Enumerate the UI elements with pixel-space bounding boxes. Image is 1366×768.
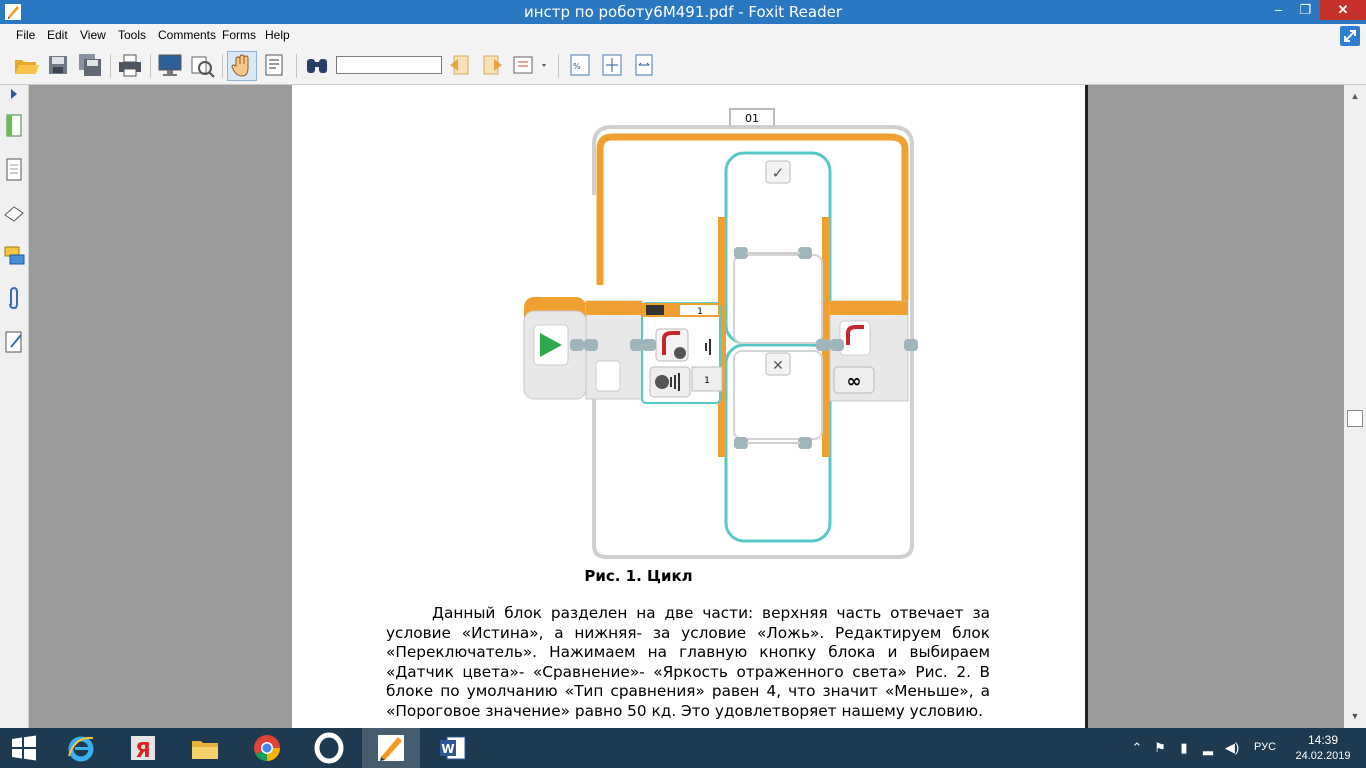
start-button[interactable] bbox=[0, 728, 48, 768]
open-icon[interactable] bbox=[12, 51, 40, 79]
menu-tools[interactable]: Tools bbox=[118, 28, 146, 42]
taskbar: Я W ⌃ ⚑ ▮ ▂ ◀) РУС 14:39 24.02.2019 bbox=[0, 728, 1366, 768]
pdf-page: 01 ✓ ✕ 1 1 ∞ Рис. 1. Цикл Данный блок ра… bbox=[292, 85, 1085, 728]
prev-find-icon[interactable] bbox=[446, 51, 474, 79]
language-indicator[interactable]: РУС bbox=[1254, 741, 1276, 753]
hand-tool-icon[interactable] bbox=[227, 51, 257, 81]
chrome-icon bbox=[254, 735, 281, 762]
menu-comments[interactable]: Comments bbox=[158, 28, 216, 42]
true-case-box bbox=[733, 254, 823, 344]
save-icon[interactable] bbox=[44, 51, 72, 79]
paragraph-text: Данный блок разделен на две части: верхн… bbox=[386, 604, 990, 720]
layers-icon[interactable] bbox=[3, 201, 25, 227]
network-icon[interactable]: ▂ bbox=[1200, 740, 1216, 756]
word-icon: W bbox=[440, 736, 466, 760]
save-all-icon[interactable] bbox=[76, 51, 104, 79]
volume-icon[interactable]: ◀) bbox=[1224, 740, 1240, 756]
switch-port-value: 1 bbox=[704, 376, 710, 386]
show-hidden-icons-icon[interactable]: ⌃ bbox=[1129, 740, 1145, 756]
restore-view-icon[interactable] bbox=[1340, 26, 1360, 46]
print-icon[interactable] bbox=[116, 51, 144, 79]
scroll-thumb[interactable] bbox=[1347, 410, 1363, 427]
menu-forms[interactable]: Forms bbox=[222, 28, 256, 42]
document-viewport[interactable]: 01 ✓ ✕ 1 1 ∞ Рис. 1. Цикл Данный блок ра… bbox=[29, 85, 1344, 728]
maximize-button[interactable]: ❐ bbox=[1292, 0, 1319, 20]
svg-text:Я: Я bbox=[135, 738, 150, 762]
foxit-reader-icon bbox=[378, 735, 404, 761]
battery-icon[interactable]: ▮ bbox=[1176, 740, 1192, 756]
toolbar-separator bbox=[296, 54, 297, 78]
toolbar-separator bbox=[150, 54, 151, 78]
menu-bar: File Edit View Tools Comments Forms Help bbox=[0, 24, 1366, 46]
signatures-icon[interactable] bbox=[3, 329, 25, 355]
bookmarks-icon[interactable] bbox=[3, 113, 25, 139]
attachments-icon[interactable] bbox=[3, 285, 25, 311]
true-case-icon: ✓ bbox=[772, 164, 785, 182]
comments-icon[interactable] bbox=[3, 243, 25, 269]
toolbar-separator bbox=[110, 54, 111, 78]
yandex-icon: Я bbox=[131, 736, 155, 762]
next-find-icon[interactable] bbox=[478, 51, 506, 79]
taskbar-word[interactable]: W bbox=[424, 728, 482, 768]
window-title: инстр по роботу6М491.pdf - Foxit Reader bbox=[523, 3, 843, 21]
menu-file[interactable]: File bbox=[16, 28, 35, 42]
taskbar-opera[interactable] bbox=[300, 728, 358, 768]
taskbar-foxit-reader[interactable] bbox=[362, 728, 420, 768]
file-explorer-icon bbox=[192, 741, 218, 759]
document-paragraph: Данный блок разделен на две части: верхн… bbox=[386, 604, 990, 721]
infinity-icon: ∞ bbox=[847, 371, 862, 392]
fit-width-icon[interactable] bbox=[630, 51, 658, 79]
menu-help[interactable]: Help bbox=[265, 28, 290, 42]
false-case-icon: ✕ bbox=[772, 358, 784, 374]
start-icon bbox=[12, 735, 36, 761]
scroll-up-icon[interactable]: ▲ bbox=[1349, 91, 1361, 103]
page-shadow bbox=[1085, 85, 1088, 728]
toolbar: % bbox=[0, 46, 1366, 85]
pages-icon[interactable] bbox=[3, 157, 25, 183]
ev3-loop-diagram: 01 ✓ ✕ 1 1 ∞ bbox=[523, 108, 918, 559]
svg-text:W: W bbox=[441, 742, 454, 756]
navigation-sidebar bbox=[0, 85, 29, 728]
menu-edit[interactable]: Edit bbox=[47, 28, 68, 42]
taskbar-chrome[interactable] bbox=[238, 728, 296, 768]
fit-page-icon[interactable] bbox=[598, 51, 626, 79]
find-input[interactable] bbox=[336, 56, 442, 74]
zoom-percent-icon[interactable]: % bbox=[566, 51, 594, 79]
select-text-icon[interactable] bbox=[260, 51, 288, 79]
switch-value: 1 bbox=[697, 307, 703, 317]
menu-view[interactable]: View bbox=[80, 28, 106, 42]
vertical-scrollbar[interactable]: ▲ ▼ bbox=[1344, 85, 1366, 728]
scan-icon[interactable] bbox=[188, 51, 216, 79]
toolbar-separator bbox=[558, 54, 559, 78]
svg-text:%: % bbox=[573, 62, 581, 71]
action-center-flag-icon[interactable]: ⚑ bbox=[1152, 740, 1168, 756]
close-button[interactable]: ✕ bbox=[1320, 0, 1366, 20]
toolbar-separator bbox=[222, 54, 223, 78]
opera-icon bbox=[314, 732, 344, 764]
expand-arrow-icon[interactable] bbox=[3, 87, 25, 101]
find-binoculars-icon[interactable] bbox=[303, 51, 331, 79]
taskbar-internet-explorer[interactable] bbox=[52, 728, 110, 768]
taskbar-file-explorer[interactable] bbox=[176, 728, 234, 768]
clock-date[interactable]: 24.02.2019 bbox=[1293, 750, 1353, 762]
title-bar: инстр по роботу6М491.pdf - Foxit Reader … bbox=[0, 0, 1366, 24]
loop-label: 01 bbox=[745, 112, 759, 125]
screen-icon[interactable] bbox=[156, 51, 184, 79]
highlight-icon[interactable] bbox=[512, 51, 550, 79]
taskbar-yandex[interactable]: Я bbox=[114, 728, 172, 768]
figure-caption: Рис. 1. Цикл bbox=[584, 567, 693, 585]
internet-explorer-icon bbox=[68, 736, 94, 762]
clock-time[interactable]: 14:39 bbox=[1293, 733, 1353, 747]
switch-right-rail bbox=[822, 217, 830, 457]
minimize-button[interactable]: ‒ bbox=[1265, 0, 1292, 20]
scroll-down-icon[interactable]: ▼ bbox=[1349, 711, 1361, 723]
